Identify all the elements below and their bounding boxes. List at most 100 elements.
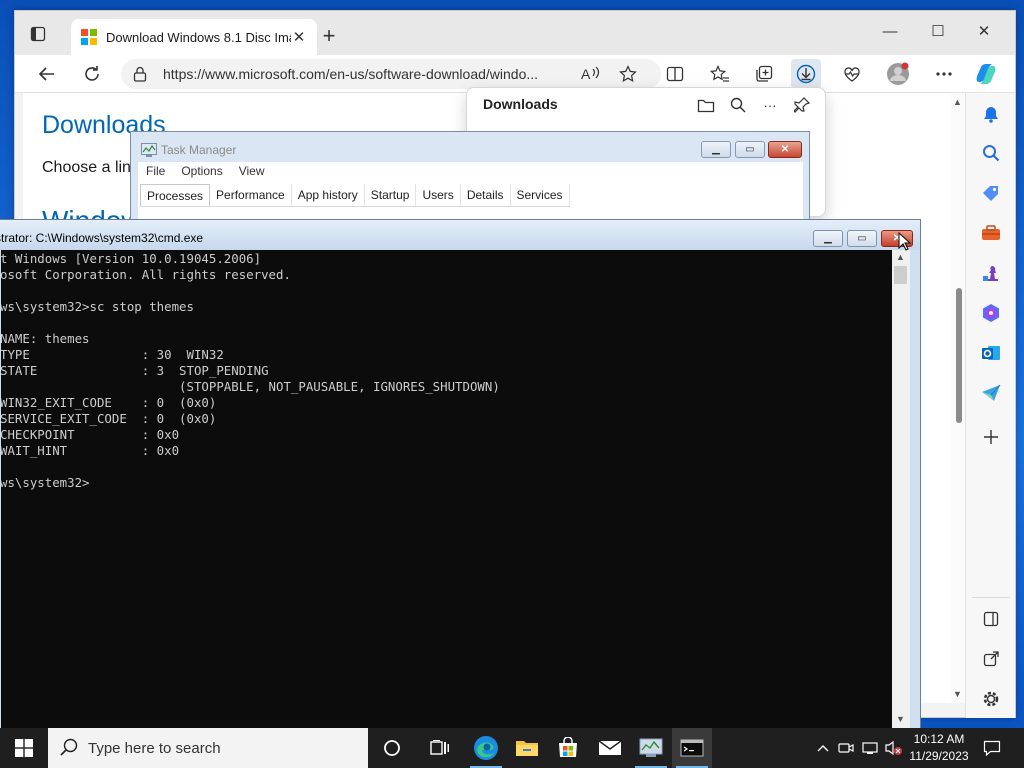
- external-link-icon[interactable]: [979, 647, 1003, 671]
- console-text: t Windows [Version 10.0.19045.2006] osof…: [1, 251, 500, 490]
- page-text: Choose a lin: [42, 159, 131, 176]
- new-tab-button[interactable]: +: [315, 23, 343, 51]
- outlook-icon[interactable]: [979, 341, 1003, 365]
- browser-essentials-icon[interactable]: [837, 59, 867, 89]
- tab-app-history[interactable]: App history: [292, 184, 365, 206]
- menu-options[interactable]: Options: [173, 162, 230, 182]
- copilot-icon[interactable]: [971, 59, 1001, 89]
- search-icon: [60, 738, 78, 759]
- task-manager-icon: [141, 143, 157, 157]
- file-explorer-icon[interactable]: [507, 728, 547, 768]
- scroll-thumb[interactable]: [956, 288, 962, 423]
- refresh-icon[interactable]: [77, 59, 107, 89]
- downloads-icon[interactable]: [791, 59, 821, 89]
- tab-users[interactable]: Users: [416, 184, 461, 206]
- profile-icon[interactable]: [883, 59, 913, 89]
- minimize-button[interactable]: —: [867, 17, 913, 47]
- clock-date: 11/29/2023: [909, 749, 969, 763]
- menu-file[interactable]: File: [138, 162, 173, 182]
- task-view-icon[interactable]: [420, 728, 460, 768]
- collections-icon[interactable]: [749, 59, 779, 89]
- microsoft365-icon[interactable]: [979, 301, 1003, 325]
- task-manager-taskbar-icon[interactable]: [631, 728, 671, 768]
- sidebar-divider: [972, 597, 1010, 598]
- tab-title: Download Windows 8.1 Disc Ima: [106, 29, 291, 45]
- tab-details[interactable]: Details: [461, 184, 511, 206]
- address-bar[interactable]: https://www.microsoft.com/en-us/software…: [121, 59, 661, 89]
- tab-services[interactable]: Services: [511, 184, 570, 206]
- browser-tab[interactable]: Download Windows 8.1 Disc Ima ✕: [71, 19, 317, 55]
- mouse-pointer-icon: [898, 232, 912, 251]
- toolbox-icon[interactable]: [979, 221, 1003, 245]
- send-icon[interactable]: [979, 381, 1003, 405]
- tab-startup[interactable]: Startup: [365, 184, 417, 206]
- notification-center-icon[interactable]: [980, 728, 1004, 768]
- svg-text:A: A: [581, 66, 591, 82]
- scroll-up-icon[interactable]: ▲: [953, 97, 962, 107]
- favorites-icon[interactable]: [705, 59, 735, 89]
- maximize-button[interactable]: ☐: [915, 17, 961, 47]
- volume-muted-icon[interactable]: [884, 728, 904, 768]
- mail-icon[interactable]: [590, 728, 630, 768]
- show-hidden-icons-icon[interactable]: [814, 728, 832, 768]
- console-output[interactable]: t Windows [Version 10.0.19045.2006] osof…: [1, 250, 892, 728]
- cmd-scrollbar[interactable]: ▲ ▼: [892, 250, 910, 728]
- scroll-down-icon[interactable]: ▼: [953, 689, 962, 699]
- pin-icon[interactable]: [791, 94, 813, 116]
- task-manager-tabs: Processes Performance App history Startu…: [140, 184, 570, 207]
- microsoft-store-icon[interactable]: [548, 728, 588, 768]
- edge-taskbar-icon[interactable]: [466, 728, 506, 768]
- cmd-titlebar[interactable]: strator: C:\Windows\system32\cmd.exe ▁ ▭…: [0, 220, 920, 250]
- cmd-minimize-button[interactable]: ▁: [813, 230, 843, 247]
- task-manager-title: Task Manager: [161, 143, 237, 157]
- tab-processes[interactable]: Processes: [140, 184, 211, 206]
- add-icon[interactable]: [979, 425, 1003, 449]
- task-manager-menu: File Options View: [138, 162, 273, 182]
- page-scrollbar[interactable]: ▲ ▼: [951, 93, 965, 703]
- taskbar-search-box[interactable]: Type here to search: [48, 728, 368, 768]
- tab-performance[interactable]: Performance: [210, 184, 292, 206]
- sidebar-layout-icon[interactable]: [979, 607, 1003, 631]
- lock-icon[interactable]: [133, 66, 149, 82]
- microsoft-logo-icon: [81, 29, 97, 45]
- system-clock[interactable]: 10:12 AM 11/29/2023: [906, 731, 972, 765]
- search-placeholder: Type here to search: [88, 739, 221, 757]
- read-aloud-icon[interactable]: A: [581, 65, 601, 86]
- downloads-panel-title: Downloads: [483, 96, 558, 112]
- url-text[interactable]: https://www.microsoft.com/en-us/software…: [163, 66, 563, 82]
- cmd-scroll-up-icon[interactable]: ▲: [896, 252, 905, 262]
- open-folder-icon[interactable]: [695, 94, 717, 116]
- chess-icon[interactable]: [979, 261, 1003, 285]
- more-icon[interactable]: [929, 59, 959, 89]
- search-icon[interactable]: [979, 141, 1003, 165]
- tm-maximize-button[interactable]: ▭: [735, 141, 765, 158]
- tab-close-icon[interactable]: ✕: [291, 28, 307, 46]
- meet-now-icon[interactable]: [836, 728, 856, 768]
- task-manager-window[interactable]: Task Manager ▁ ▭ ✕ File Options View Pro…: [130, 131, 810, 232]
- settings-icon[interactable]: [979, 687, 1003, 711]
- tab-actions-icon[interactable]: [29, 25, 47, 43]
- cmd-maximize-button[interactable]: ▭: [847, 230, 877, 247]
- browser-titlebar: Download Windows 8.1 Disc Ima ✕ + — ☐ ✕: [15, 11, 1015, 55]
- network-icon[interactable]: [860, 728, 880, 768]
- bell-icon[interactable]: [979, 102, 1003, 126]
- back-icon[interactable]: [32, 59, 62, 89]
- cmd-scroll-thumb[interactable]: [894, 266, 907, 284]
- cmd-scroll-down-icon[interactable]: ▼: [896, 714, 905, 724]
- split-screen-icon[interactable]: [660, 59, 690, 89]
- shopping-tag-icon[interactable]: [979, 181, 1003, 205]
- tm-minimize-button[interactable]: ▁: [701, 141, 731, 158]
- cmd-taskbar-icon[interactable]: [672, 728, 712, 768]
- favorite-star-icon[interactable]: [619, 65, 637, 86]
- cmd-title: strator: C:\Windows\system32\cmd.exe: [0, 231, 204, 245]
- windows-start-icon[interactable]: [0, 728, 48, 768]
- close-button[interactable]: ✕: [961, 17, 1007, 47]
- more-options-icon[interactable]: ···: [759, 94, 781, 116]
- menu-view[interactable]: View: [231, 162, 273, 182]
- tm-close-button[interactable]: ✕: [768, 141, 802, 158]
- search-downloads-icon[interactable]: [727, 94, 749, 116]
- cmd-window[interactable]: strator: C:\Windows\system32\cmd.exe ▁ ▭…: [0, 219, 921, 731]
- cortana-icon[interactable]: [372, 728, 412, 768]
- taskbar: Type here to search 10:12 AM 11/29/2023: [0, 728, 1024, 768]
- clock-time: 10:12 AM: [913, 732, 965, 746]
